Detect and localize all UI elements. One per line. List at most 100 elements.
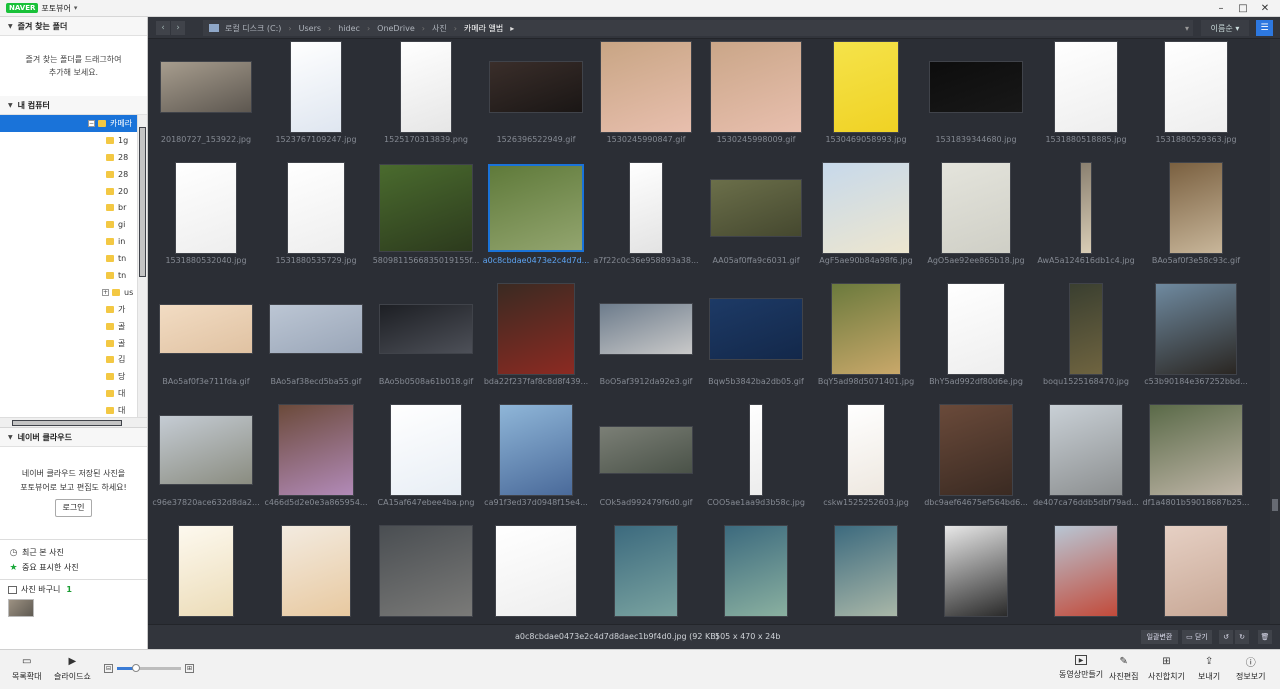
thumbnail-item[interactable]: BAo5af0f3e711fda.gif [151,281,261,402]
thumbnail-item[interactable]: 1530245998009.gif [701,39,811,160]
path-breadcrumb[interactable]: 로컬 디스크 (C:) › Users › hidec › OneDrive › 사진 › 카메라 … [203,20,1193,36]
starred-photos-item[interactable]: ★ 중요 표시한 사진 [8,560,147,575]
thumbnail-item[interactable] [591,523,701,624]
thumbnail-item[interactable]: BqY5ad98d5071401.jpg [811,281,921,402]
thumbnail-item[interactable] [701,523,811,624]
sort-select[interactable]: 이름순 ▾ [1201,20,1249,36]
thumbnail-item[interactable]: de407ca76ddb5dbf79ad... [1031,402,1141,523]
expand-node-icon[interactable]: + [102,288,109,296]
grid-vertical-scrollbar[interactable] [1270,39,1280,624]
breadcrumb-segment[interactable]: 카메라 앨범 [464,24,503,33]
thumbnail-item[interactable]: boqu1525168470.jpg [1031,281,1141,402]
slideshow-button[interactable]: ▶ 슬라이드쇼 [54,655,91,682]
thumbnail-item[interactable] [371,523,481,624]
tree-item[interactable]: 골 [0,335,147,352]
breadcrumb-segment[interactable]: OneDrive [377,24,415,33]
thumbnail-item[interactable]: a7f22c0c36e958893a38... [591,160,701,281]
thumbnail-item[interactable]: BAo5af38ecd5ba55.gif [261,281,371,402]
thumbnail-item[interactable]: 1523767109247.jpg [261,39,371,160]
thumbnail-item[interactable] [921,523,1031,624]
tree-item[interactable]: 골 [0,318,147,335]
thumbnail-item[interactable] [481,523,591,624]
thumbnail-item[interactable]: 1531880535729.jpg [261,160,371,281]
thumbnail-item[interactable]: c53b90184e367252bbd... [1141,281,1251,402]
thumbnail-item[interactable] [1141,523,1251,624]
minimize-button[interactable]: – [1210,0,1232,16]
tree-item[interactable]: − 카메라 [0,115,147,132]
close-panel-button[interactable]: ▭ 닫기 [1182,630,1212,644]
breadcrumb-segment[interactable]: 로컬 디스크 (C:) [225,24,281,33]
thumbnail-item[interactable]: c466d5d2e0e3a865954... [261,402,371,523]
tree-item[interactable]: in [0,233,147,250]
tree-item[interactable]: + us [0,284,147,301]
favorites-header[interactable]: ▼ 즐겨 찾는 폴더 [0,17,147,36]
thumbnail-item[interactable]: 1531839344680.jpg [921,39,1031,160]
grid-scroll-thumb[interactable] [1272,499,1278,511]
tree-item[interactable]: 28 [0,149,147,166]
folder-tree[interactable]: −카메라1g282820brgiintntn+us가골골김당대대대 [0,115,147,428]
computer-header[interactable]: ▼ 내 컴퓨터 [0,96,147,115]
thumbnail-item[interactable]: 1530245990847.gif [591,39,701,160]
tree-item[interactable]: 김 [0,351,147,368]
thumbnail-item[interactable]: 20180727_153922.jpg [151,39,261,160]
basket-thumbnail[interactable] [8,599,34,617]
info-button[interactable]: ⓘ 정보보기 [1236,655,1265,682]
thumbnail-item[interactable]: 1525170313839.png [371,39,481,160]
thumbnail-item[interactable]: 5809811566835019155f... [371,160,481,281]
thumbnail-item[interactable]: a0c8cbdae0473e2c4d7d... [481,160,591,281]
breadcrumb-segment[interactable]: 사진 [432,24,447,33]
thumbnail-item[interactable]: c96e37820ace632d8da2... [151,402,261,523]
zoom-slider[interactable] [117,664,181,672]
thumbnail-item[interactable] [1031,523,1141,624]
list-expand-button[interactable]: ▭ 목록확대 [12,655,41,682]
thumbnail-item[interactable]: COk5ad992479f6d0.gif [591,402,701,523]
thumbnail-item[interactable]: 1531880532040.jpg [151,160,261,281]
tree-item[interactable]: 28 [0,166,147,183]
tree-hscroll-thumb[interactable] [12,420,122,426]
thumbnail-item[interactable]: COO5ae1aa9d3b58c.jpg [701,402,811,523]
tree-item[interactable]: tn [0,250,147,267]
zoom-in-icon[interactable]: ⊞ [185,664,194,673]
thumbnail-item[interactable]: df1a4801b59018687b25... [1141,402,1251,523]
batch-convert-button[interactable]: 일괄변환 [1141,630,1178,644]
tree-scroll-thumb[interactable] [139,127,146,277]
path-dropdown-icon[interactable]: ▾ [1185,24,1189,33]
thumbnail-item[interactable] [811,523,921,624]
photo-edit-button[interactable]: ✎ 사진편집 [1109,655,1138,682]
breadcrumb-segment[interactable]: hidec [338,24,360,33]
thumbnail-item[interactable]: AgO5ae92ee865b18.jpg [921,160,1031,281]
cloud-header[interactable]: ▼ 네이버 클라우드 [0,428,147,447]
make-video-button[interactable]: ▶ 동영상만들기 [1059,655,1103,680]
maximize-button[interactable]: □ [1232,0,1254,16]
thumbnail-item[interactable] [261,523,371,624]
tree-item[interactable]: 대 [0,385,147,402]
photo-basket[interactable]: 사진 바구니 1 [0,579,147,617]
thumbnail-item[interactable]: bda22f237faf8c8d8f439... [481,281,591,402]
tree-vertical-scrollbar[interactable] [137,115,147,427]
thumbnail-item[interactable]: BAo5b0508a61b018.gif [371,281,481,402]
photo-merge-button[interactable]: ⊞ 사진합치기 [1148,655,1185,682]
thumbnail-item[interactable]: 1531880529363.jpg [1141,39,1251,160]
thumbnail-item[interactable]: AwA5a124616db1c4.jpg [1031,160,1141,281]
tree-horizontal-scrollbar[interactable] [0,417,147,427]
tree-item[interactable]: 당 [0,368,147,385]
recent-photos-item[interactable]: ◷ 최근 본 사진 [8,545,147,560]
view-mode-button[interactable]: ☰ [1256,20,1273,36]
zoom-out-icon[interactable]: ⊟ [104,664,113,673]
thumbnail-item[interactable]: 1530469058993.jpg [811,39,921,160]
forward-button[interactable]: › [171,20,185,35]
rotate-right-button[interactable]: ↻ [1235,630,1249,644]
thumbnail-item[interactable] [151,523,261,624]
thumbnail-item[interactable]: AA05af0ffa9c6031.gif [701,160,811,281]
thumbnail-item[interactable]: dbc9aef64675ef564bd6... [921,402,1031,523]
zoom-slider-knob[interactable] [132,664,141,672]
send-button[interactable]: ⇪ 보내기 [1198,655,1220,682]
login-button[interactable]: 로그인 [55,499,92,517]
collapse-node-icon[interactable]: − [88,119,95,127]
thumbnail-item[interactable]: ca91f3ed37d0948f15e4... [481,402,591,523]
thumbnail-item[interactable]: BoO5af3912da92e3.gif [591,281,701,402]
thumbnail-grid[interactable]: 20180727_153922.jpg 1523767109247.jpg 1525… [148,39,1270,624]
breadcrumb-segment[interactable]: Users [299,24,321,33]
app-name[interactable]: 포토뷰어 [41,3,70,14]
tree-item[interactable]: 가 [0,301,147,318]
